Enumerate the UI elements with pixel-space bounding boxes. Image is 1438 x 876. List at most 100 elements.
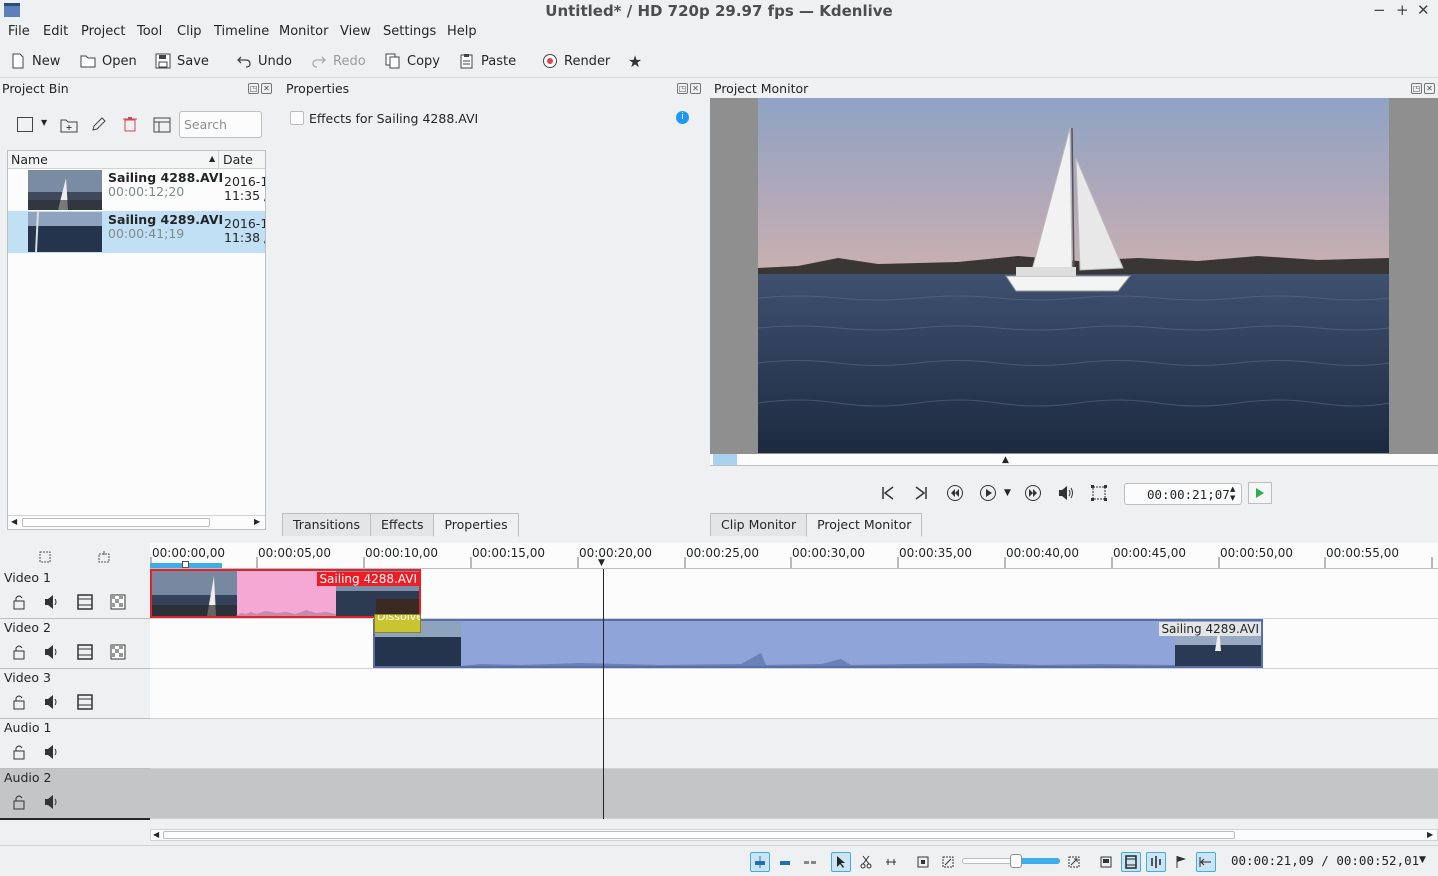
float-icon[interactable]: ◳ [1411,83,1422,94]
timecode-format-dropdown-icon[interactable]: ▼ [1419,855,1426,865]
spacer-tool-icon[interactable] [881,852,901,872]
tab-properties[interactable]: Properties [433,513,519,537]
zone-icon[interactable] [1088,482,1110,504]
track-header-video-1[interactable]: Video 1 [0,569,150,619]
monitor-ruler[interactable]: ▲ [710,454,1438,466]
menu-timeline[interactable]: Timeline [214,24,269,39]
film-icon[interactable] [76,693,94,711]
zoom-out-icon[interactable] [938,852,958,872]
play-dropdown-icon[interactable]: ▼ [1004,488,1011,498]
bin-item[interactable]: Sailing 4288.AVI 00:00:12;20 2016-1 11:35… [8,169,265,211]
forward-button[interactable] [1022,482,1044,504]
overwrite-mode-icon[interactable] [775,852,795,872]
menu-edit[interactable]: Edit [43,24,68,39]
lock-icon[interactable] [10,643,28,661]
track-audio-2[interactable] [150,769,1438,819]
effects-checkbox[interactable] [290,111,304,125]
menu-project[interactable]: Project [81,24,125,39]
info-icon[interactable]: i [676,111,689,124]
fit-zoom-icon[interactable] [38,550,52,567]
monitor-timecode-input[interactable]: 00:00:21;07 [1124,483,1242,505]
selection-tool-icon[interactable] [831,852,851,872]
columns-icon[interactable] [153,116,173,137]
audio-speaker-icon[interactable] [43,593,61,611]
bin-item-selected[interactable]: Sailing 4289.AVI 00:00:41;19 2016-1 11:38… [8,211,265,253]
monitor-playhead[interactable]: ▲ [1002,455,1009,465]
timeline-ruler[interactable]: 00:00:00,00 00:00:05,00 00:00:10,00 00:0… [150,543,1438,569]
track-options-icon[interactable] [97,550,111,567]
maximize-icon[interactable]: + [1396,1,1409,19]
composite-icon[interactable] [109,593,127,611]
composite-icon[interactable] [109,643,127,661]
view-mode-icon[interactable] [17,117,33,132]
delete-icon[interactable] [122,116,138,135]
undo-button[interactable]: Undo [236,51,292,71]
go-to-start-button[interactable] [877,482,899,504]
audio-speaker-icon[interactable] [43,743,61,761]
dock-close-icon[interactable]: ✕ [1424,83,1435,94]
play-button[interactable] [977,482,999,504]
timeline-clip-sailing-4289[interactable]: Sailing 4289.AVI [373,619,1263,668]
monitor-play-zone-icon[interactable] [1248,482,1272,504]
bin-horizontal-scrollbar[interactable]: ◀ ▶ [8,515,265,529]
track-audio-1[interactable] [150,719,1438,769]
zoom-fit-icon[interactable] [913,852,933,872]
menu-tool[interactable]: Tool [137,24,162,39]
zone-handle[interactable] [182,561,189,568]
timeline-clip-sailing-4288[interactable]: Sailing 4288.AVI [150,569,421,618]
rewind-button[interactable] [944,482,966,504]
thumbnails-icon[interactable] [1096,852,1116,872]
menu-monitor[interactable]: Monitor [279,24,328,39]
audio-speaker-icon[interactable] [43,793,61,811]
new-button[interactable]: New [10,51,60,71]
tab-effects[interactable]: Effects [369,513,435,536]
menu-file[interactable]: File [8,24,30,39]
lock-icon[interactable] [10,693,28,711]
film-icon[interactable] [76,593,94,611]
timeline-playhead[interactable] [603,569,604,819]
track-header-video-3[interactable]: Video 3 [0,669,150,719]
zoom-slider[interactable] [962,854,1060,868]
razor-tool-icon[interactable] [856,852,876,872]
menu-view[interactable]: View [340,24,371,39]
open-button[interactable]: Open [80,51,137,71]
video-thumbnails-icon[interactable] [1121,852,1141,872]
timecode-spin-icon[interactable]: ▲ ▼ [1230,485,1235,503]
transition-dissolve[interactable]: Dissolve [374,614,421,633]
close-icon[interactable]: ✕ [1417,1,1430,19]
minimize-icon[interactable]: − [1373,1,1386,19]
float-icon[interactable]: ◳ [677,83,688,94]
paste-button[interactable]: Paste [459,51,516,71]
column-date-header[interactable]: Date [223,152,253,167]
timeline-horizontal-scrollbar[interactable]: ◀ ▶ [150,829,1438,841]
redo-button[interactable]: Redo [311,51,366,71]
track-header-audio-2[interactable]: Audio 2 [0,769,150,819]
dock-close-icon[interactable]: ✕ [690,83,701,94]
save-button[interactable]: Save [155,51,209,71]
lock-icon[interactable] [10,793,28,811]
view-dropdown-icon[interactable]: ▼ [41,118,47,127]
insert-mode-icon[interactable] [800,852,820,872]
tab-transitions[interactable]: Transitions [282,513,371,536]
monitor-display[interactable] [710,98,1438,454]
go-to-end-button[interactable] [910,482,932,504]
audio-speaker-icon[interactable] [43,693,61,711]
audio-speaker-icon[interactable] [43,643,61,661]
float-icon[interactable]: ◳ [248,83,259,94]
track-header-audio-1[interactable]: Audio 1 [0,719,150,769]
normal-mode-icon[interactable] [750,852,770,872]
add-folder-icon[interactable] [60,117,78,136]
menu-settings[interactable]: Settings [383,24,436,39]
render-button[interactable]: Render [542,51,610,71]
snap-icon[interactable] [1196,852,1216,872]
bin-search-input[interactable] [179,111,262,138]
track-header-video-2[interactable]: Video 2 [0,619,150,669]
film-icon[interactable] [76,643,94,661]
volume-icon[interactable] [1055,482,1077,504]
dock-close-icon[interactable]: ✕ [261,83,272,94]
timeline-playhead-marker[interactable]: ▼ [598,558,605,568]
menu-clip[interactable]: Clip [177,24,202,39]
copy-button[interactable]: Copy [385,51,440,71]
zoom-in-icon[interactable] [1064,852,1084,872]
markers-flag-icon[interactable] [1171,852,1191,872]
